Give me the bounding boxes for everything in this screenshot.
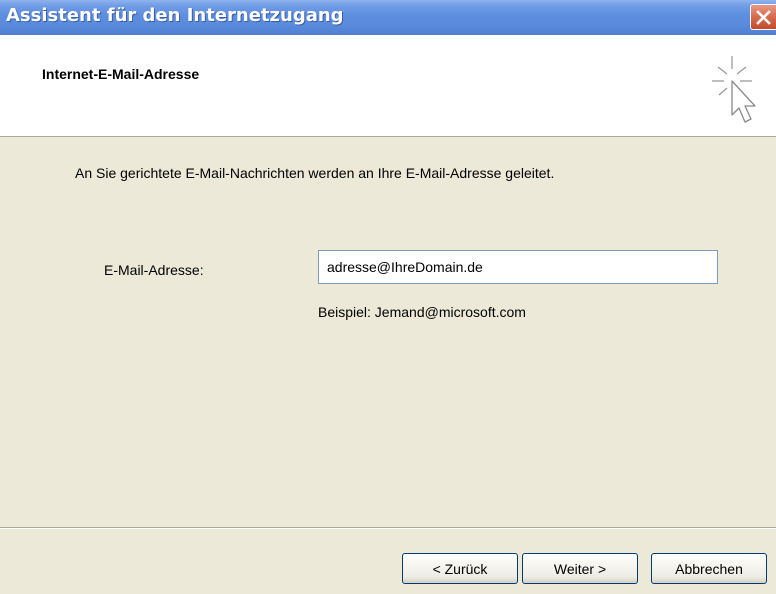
window-title: Assistent für den Internetzugang (6, 5, 344, 26)
wizard-header: Internet-E-Mail-Adresse (0, 35, 776, 137)
back-button[interactable]: < Zurück (402, 553, 518, 584)
close-icon (756, 10, 771, 25)
email-label: E-Mail-Adresse: (104, 262, 204, 278)
intro-text: An Sie gerichtete E-Mail-Nachrichten wer… (75, 165, 555, 181)
title-bar[interactable]: Assistent für den Internetzugang (0, 0, 776, 35)
sparkle-cursor-icon (712, 56, 756, 123)
close-button[interactable] (750, 4, 776, 30)
page-title: Internet-E-Mail-Adresse (42, 66, 200, 82)
footer-separator (0, 527, 776, 529)
example-text: Beispiel: Jemand@microsoft.com (318, 304, 526, 320)
email-field[interactable] (318, 250, 718, 284)
next-button[interactable]: Weiter > (522, 553, 638, 584)
cancel-button[interactable]: Abbrechen (651, 553, 767, 584)
